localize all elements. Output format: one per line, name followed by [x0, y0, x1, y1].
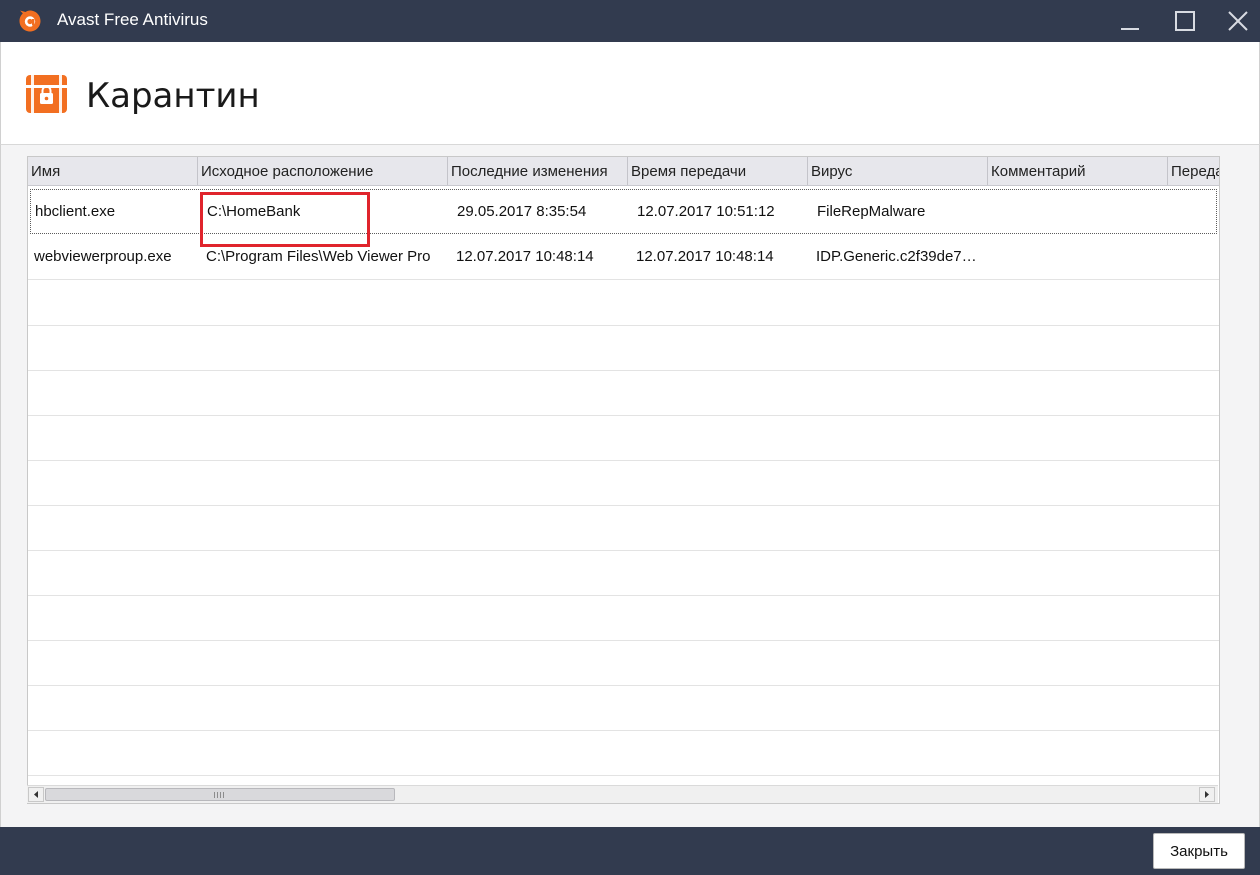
quarantine-table[interactable]: Имя Исходное расположение Последние изме… — [27, 156, 1220, 804]
table-header: Имя Исходное расположение Последние изме… — [28, 157, 1219, 186]
column-header-name[interactable]: Имя — [28, 157, 197, 185]
cell-modified: 29.05.2017 8:35:54 — [457, 203, 587, 220]
maximize-button[interactable] — [1160, 0, 1210, 42]
minimize-icon — [1121, 28, 1139, 30]
empty-row — [28, 326, 1219, 371]
cell-virus: FileRepMalware — [817, 203, 926, 220]
empty-row — [28, 281, 1219, 326]
minimize-button[interactable] — [1105, 0, 1155, 42]
empty-row — [28, 596, 1219, 641]
cell-name: hbclient.exe — [35, 203, 116, 220]
scroll-left-button[interactable] — [28, 787, 44, 802]
page-title: Карантин — [86, 76, 260, 116]
grip-icon — [214, 792, 224, 798]
page-header: Карантин — [0, 42, 1260, 145]
scroll-right-button[interactable] — [1199, 787, 1215, 802]
title-bar: Avast Free Antivirus — [0, 0, 1260, 42]
cell-transferred: 12.07.2017 10:48:14 — [636, 248, 774, 265]
maximize-icon — [1175, 11, 1195, 31]
avast-logo-icon — [19, 10, 41, 32]
cell-modified: 12.07.2017 10:48:14 — [456, 248, 594, 265]
column-header-transfer[interactable]: Переда — [1168, 157, 1219, 185]
window-title: Avast Free Antivirus — [57, 10, 208, 29]
scrollbar-thumb[interactable] — [45, 788, 395, 801]
column-header-modified[interactable]: Последние изменения — [448, 157, 627, 185]
cell-name: webviewerproup.exe — [34, 248, 172, 265]
column-header-transferred[interactable]: Время передачи — [628, 157, 807, 185]
close-button[interactable]: Закрыть — [1153, 833, 1245, 869]
cell-virus: IDP.Generic.c2f39de7… — [816, 248, 977, 265]
empty-row — [28, 461, 1219, 506]
empty-row — [28, 731, 1219, 776]
arrow-left-icon — [34, 791, 38, 798]
horizontal-scrollbar[interactable] — [27, 785, 1218, 803]
empty-row — [28, 551, 1219, 596]
empty-row — [28, 686, 1219, 731]
close-icon — [1228, 11, 1248, 31]
empty-row — [28, 641, 1219, 686]
close-window-button[interactable] — [1213, 0, 1260, 42]
quarantine-chest-icon — [26, 75, 67, 113]
arrow-right-icon — [1205, 791, 1209, 798]
footer-bar: Закрыть — [0, 827, 1260, 875]
empty-row — [28, 371, 1219, 416]
column-header-comment[interactable]: Комментарий — [988, 157, 1167, 185]
highlight-box — [200, 192, 370, 247]
column-header-location[interactable]: Исходное расположение — [198, 157, 447, 185]
empty-row — [28, 416, 1219, 461]
content-area: Имя Исходное расположение Последние изме… — [0, 145, 1260, 827]
column-header-virus[interactable]: Вирус — [808, 157, 987, 185]
empty-row — [28, 506, 1219, 551]
cell-transferred: 12.07.2017 10:51:12 — [637, 203, 775, 220]
